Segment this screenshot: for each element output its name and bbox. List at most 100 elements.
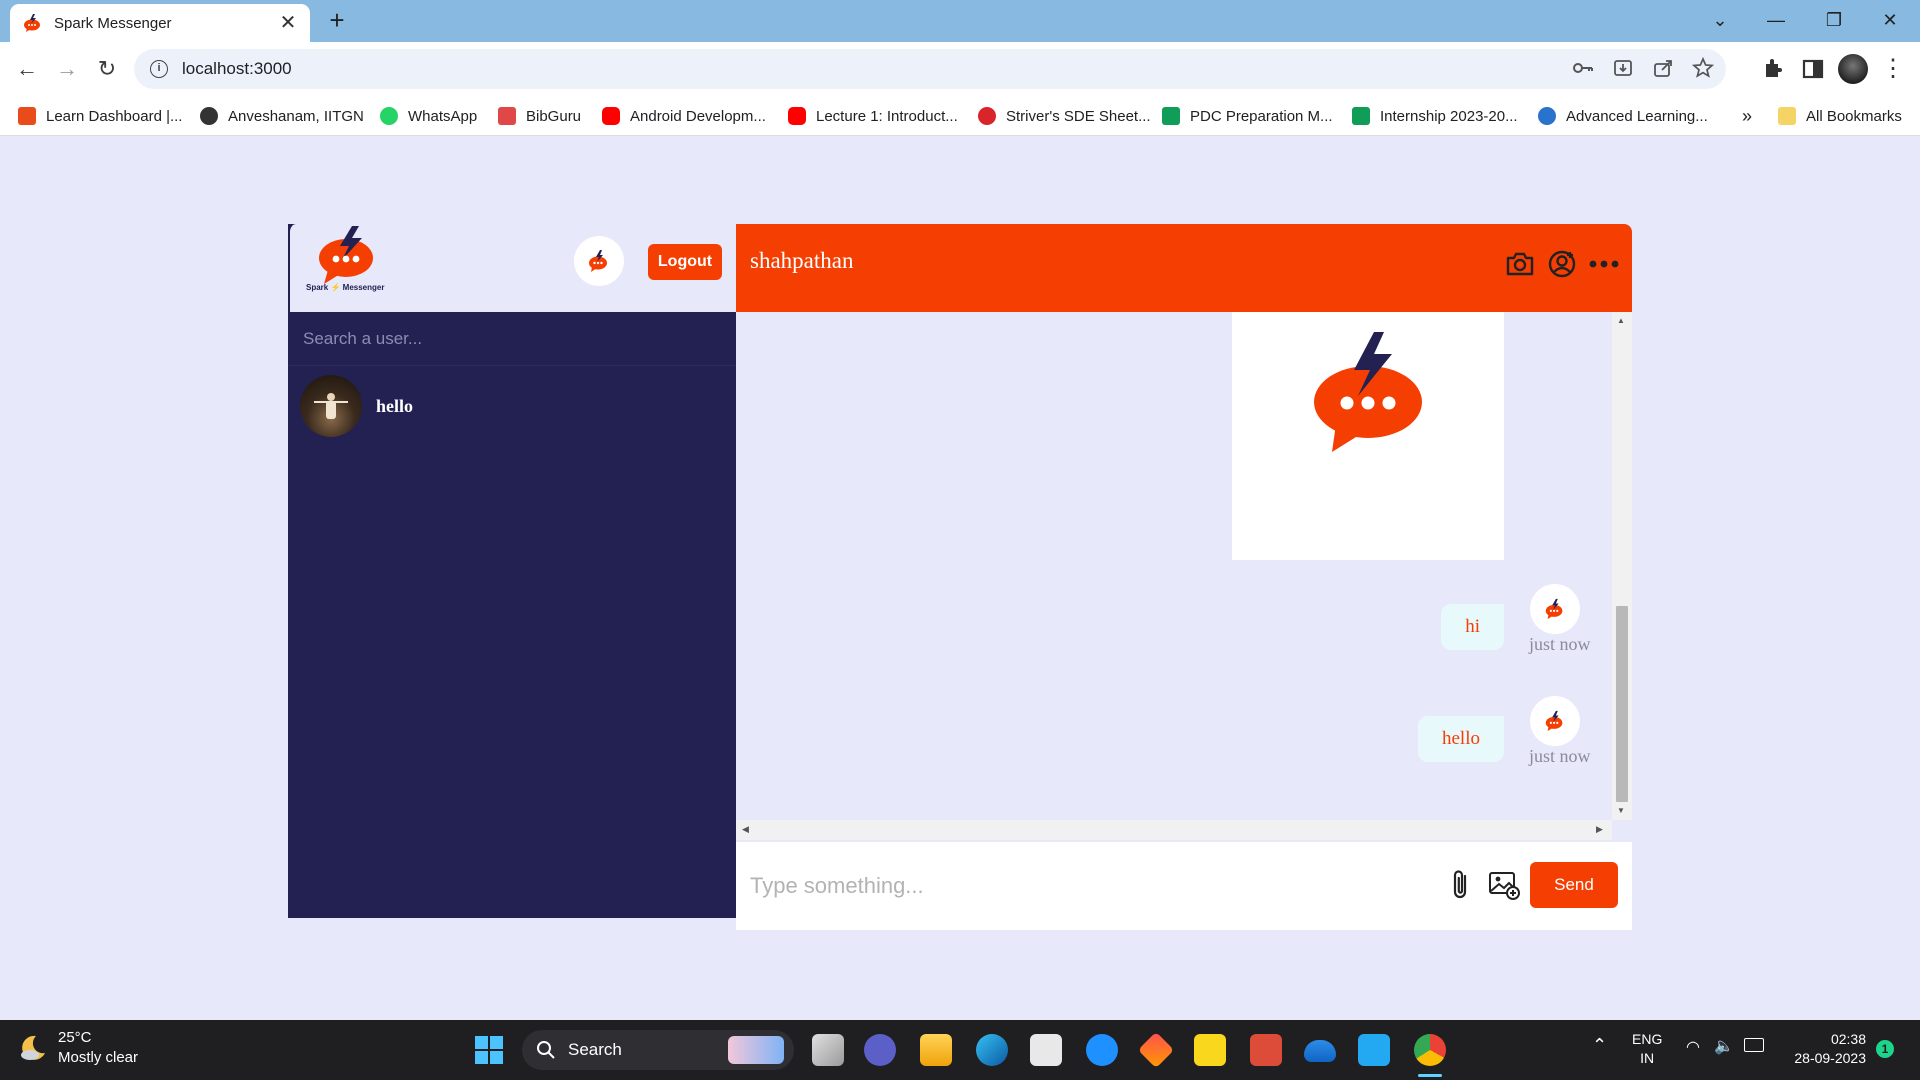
all-bookmarks[interactable]: All Bookmarks bbox=[1778, 105, 1902, 127]
teams-chat-icon[interactable] bbox=[864, 1034, 896, 1066]
bookmark-lecture-1[interactable]: Lecture 1: Introduct... bbox=[788, 105, 958, 127]
close-window-icon[interactable]: ✕ bbox=[1870, 5, 1910, 35]
windows-start-icon[interactable] bbox=[474, 1035, 504, 1065]
weather-widget[interactable]: 25°C Mostly clear bbox=[18, 1028, 138, 1068]
address-bar[interactable]: i localhost:3000 bbox=[134, 49, 1726, 89]
sheets-icon bbox=[1162, 107, 1180, 125]
reload-icon[interactable]: ↻ bbox=[90, 52, 124, 86]
youtube-icon bbox=[788, 107, 806, 125]
cc-icon bbox=[18, 107, 36, 125]
scroll-down-icon[interactable]: ▼ bbox=[1617, 806, 1625, 815]
active-app-indicator bbox=[1418, 1074, 1442, 1077]
bookmark-advanced-learning[interactable]: Advanced Learning... bbox=[1538, 105, 1708, 127]
taskbar-search[interactable]: Search bbox=[522, 1030, 794, 1070]
vscode-icon[interactable] bbox=[1358, 1034, 1390, 1066]
youtube-icon bbox=[602, 107, 620, 125]
bookmark-internship[interactable]: Internship 2023-20... bbox=[1352, 105, 1518, 127]
message-avatar bbox=[1530, 584, 1580, 634]
message-input[interactable] bbox=[750, 864, 1430, 908]
attachment-icon[interactable] bbox=[1448, 868, 1474, 902]
share-icon[interactable] bbox=[1652, 57, 1674, 79]
volume-icon[interactable]: 🔈 bbox=[1714, 1037, 1734, 1056]
new-tab-icon[interactable]: + bbox=[322, 6, 352, 36]
minimize-icon[interactable]: — bbox=[1756, 5, 1796, 35]
message-avatar bbox=[1530, 696, 1580, 746]
bookmark-pdc-preparation[interactable]: PDC Preparation M... bbox=[1162, 105, 1333, 127]
clock[interactable]: 02:38 28-09-2023 bbox=[1786, 1030, 1866, 1068]
send-button[interactable]: Send bbox=[1530, 862, 1618, 908]
chrome-icon[interactable] bbox=[1414, 1034, 1446, 1066]
browser-toolbar: ← → ↻ i localhost:3000 ⋮ bbox=[0, 42, 1920, 96]
scroll-left-icon[interactable]: ◀ bbox=[742, 824, 749, 835]
bookmark-label: Android Developm... bbox=[630, 107, 766, 125]
extensions-puzzle-icon[interactable] bbox=[1760, 56, 1786, 82]
messages-area[interactable]: hi just now hello just now ▲ ▼ ◀ ▶ bbox=[736, 312, 1632, 840]
bookmarks-overflow-icon[interactable]: » bbox=[1742, 105, 1752, 127]
key-icon[interactable] bbox=[1572, 57, 1594, 79]
logout-button[interactable]: Logout bbox=[648, 244, 722, 280]
forward-icon[interactable]: → bbox=[50, 52, 84, 86]
git-icon[interactable] bbox=[1137, 1031, 1175, 1069]
spark-favicon-icon bbox=[24, 14, 40, 32]
site-info-icon[interactable]: i bbox=[150, 60, 168, 78]
profile-avatar[interactable] bbox=[1838, 54, 1868, 84]
search-icon bbox=[537, 1041, 555, 1059]
camera-icon[interactable] bbox=[1504, 248, 1536, 280]
bookmark-label: Anveshanam, IITGN bbox=[228, 107, 364, 125]
bookmark-anveshanam[interactable]: Anveshanam, IITGN bbox=[200, 105, 364, 127]
brand-name: Spark bbox=[306, 283, 329, 292]
chat-contact-name: shahpathan bbox=[750, 248, 854, 273]
back-icon[interactable]: ← bbox=[10, 52, 44, 86]
spark-avatar-icon bbox=[1545, 598, 1563, 620]
bookmark-android-development[interactable]: Android Developm... bbox=[602, 105, 766, 127]
language-indicator[interactable]: ENG IN bbox=[1632, 1030, 1662, 1068]
search-user-input[interactable] bbox=[288, 312, 736, 366]
bookmark-learn-dashboard[interactable]: Learn Dashboard |... bbox=[18, 105, 182, 127]
browser-menu-icon[interactable]: ⋮ bbox=[1880, 56, 1906, 82]
image-message[interactable] bbox=[1232, 312, 1504, 560]
onedrive-icon[interactable] bbox=[1304, 1040, 1336, 1062]
bookmark-star-icon[interactable] bbox=[1692, 57, 1714, 79]
task-view-icon[interactable] bbox=[812, 1034, 844, 1066]
bookmark-bibguru[interactable]: BibGuru bbox=[498, 105, 581, 127]
bibguru-icon bbox=[498, 107, 516, 125]
chat-header: shahpathan bbox=[736, 224, 1632, 312]
microsoft-store-icon[interactable] bbox=[1030, 1034, 1062, 1066]
more-options-icon[interactable] bbox=[1588, 248, 1620, 280]
vertical-scrollbar[interactable]: ▲ ▼ bbox=[1612, 312, 1632, 820]
restore-icon[interactable]: ❐ bbox=[1814, 5, 1854, 35]
user-name: hello bbox=[376, 395, 414, 416]
chat-panel: shahpathan hi just now hello just now ▲ … bbox=[736, 224, 1632, 930]
browser-tab[interactable]: Spark Messenger ✕ bbox=[10, 4, 310, 42]
bookmark-strivers-sde-sheet[interactable]: Striver's SDE Sheet... bbox=[978, 105, 1151, 127]
wifi-icon[interactable]: ◠ bbox=[1686, 1038, 1700, 1057]
side-panel-icon[interactable] bbox=[1800, 56, 1826, 82]
coursera-icon bbox=[1538, 107, 1556, 125]
region-label: IN bbox=[1640, 1050, 1655, 1066]
close-tab-icon[interactable]: ✕ bbox=[278, 13, 298, 33]
message-bubble: hello bbox=[1418, 716, 1504, 762]
edge-icon[interactable] bbox=[976, 1034, 1008, 1066]
bookmark-label: Learn Dashboard |... bbox=[46, 107, 183, 125]
scroll-right-icon[interactable]: ▶ bbox=[1596, 824, 1603, 835]
user-list-item[interactable]: hello bbox=[288, 370, 736, 442]
scroll-up-icon[interactable]: ▲ bbox=[1617, 316, 1625, 325]
bookmark-label: WhatsApp bbox=[408, 107, 478, 125]
logo-text: Spark ⚡ Messenger bbox=[306, 283, 384, 292]
sticky-notes-icon[interactable] bbox=[1194, 1034, 1226, 1066]
current-user-avatar[interactable] bbox=[574, 236, 624, 286]
ubuntu-icon[interactable] bbox=[1250, 1034, 1282, 1066]
add-user-icon[interactable] bbox=[1546, 248, 1578, 280]
help-icon[interactable] bbox=[1086, 1034, 1118, 1066]
scrollbar-thumb[interactable] bbox=[1616, 606, 1628, 802]
clock-time: 02:38 bbox=[1830, 1031, 1866, 1047]
horizontal-scrollbar[interactable]: ◀ ▶ bbox=[736, 820, 1612, 840]
tab-search-chevron-icon[interactable]: ⌄ bbox=[1700, 5, 1740, 35]
add-image-icon[interactable] bbox=[1488, 868, 1520, 900]
bookmark-whatsapp[interactable]: WhatsApp bbox=[380, 105, 477, 127]
notification-badge[interactable]: 1 bbox=[1876, 1040, 1894, 1058]
tray-chevron-icon[interactable]: ⌃ bbox=[1592, 1036, 1607, 1055]
battery-icon[interactable] bbox=[1744, 1038, 1764, 1052]
install-app-icon[interactable] bbox=[1612, 57, 1634, 79]
file-explorer-icon[interactable] bbox=[920, 1034, 952, 1066]
